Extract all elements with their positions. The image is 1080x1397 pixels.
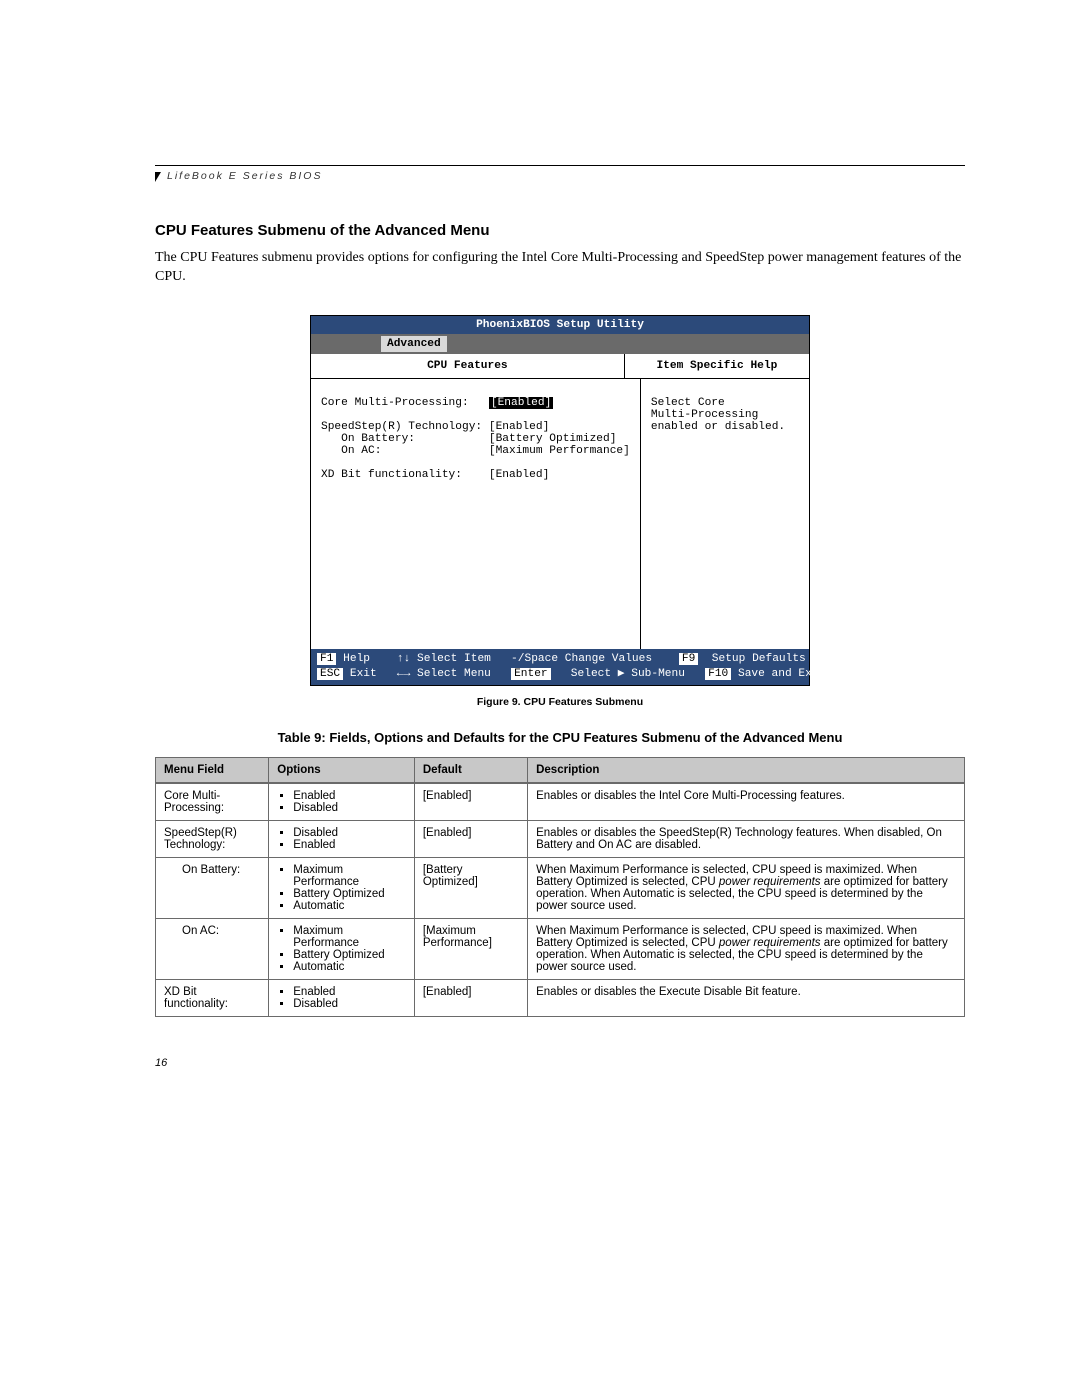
cell-menu-field: SpeedStep(R) Technology:: [156, 821, 269, 858]
header-product-line: LifeBook E Series BIOS: [167, 170, 322, 182]
cell-menu-field: XD Bit functionality:: [156, 980, 269, 1017]
cell-options: DisabledEnabled: [269, 821, 415, 858]
fields-table: Menu Field Options Default Description C…: [155, 757, 965, 1017]
table-row: On Battery:Maximum PerformanceBattery Op…: [156, 858, 965, 919]
option-item: Battery Optimized: [293, 888, 406, 900]
figure-caption: Figure 9. CPU Features Submenu: [155, 696, 965, 708]
bios-tabbar: Advanced: [311, 334, 809, 354]
cell-options: Maximum PerformanceBattery OptimizedAuto…: [269, 858, 415, 919]
cell-menu-field: On AC:: [156, 919, 269, 980]
cell-options: EnabledDisabled: [269, 783, 415, 821]
option-item: Enabled: [293, 790, 406, 802]
setting-on-ac[interactable]: On AC: [Maximum Performance]: [321, 445, 630, 457]
header-label-row: LifeBook E Series BIOS: [155, 170, 965, 182]
bios-subtitle-row: CPU Features Item Specific Help: [311, 354, 809, 379]
setting-on-battery[interactable]: On Battery: [Battery Optimized]: [321, 433, 616, 445]
cell-options: EnabledDisabled: [269, 980, 415, 1017]
setting-xd-bit[interactable]: XD Bit functionality: [Enabled]: [321, 469, 549, 481]
cell-options: Maximum PerformanceBattery OptimizedAuto…: [269, 919, 415, 980]
cell-description: When Maximum Performance is selected, CP…: [528, 858, 965, 919]
th-menu-field: Menu Field: [156, 758, 269, 784]
option-item: Automatic: [293, 961, 406, 973]
cell-default: [Maximum Performance]: [414, 919, 527, 980]
section-title: CPU Features Submenu of the Advanced Men…: [155, 222, 965, 239]
th-description: Description: [528, 758, 965, 784]
bios-footer: F1 Help ↑↓ Select Item -/Space Change Va…: [311, 649, 809, 685]
cell-description: When Maximum Performance is selected, CP…: [528, 919, 965, 980]
cell-default: [Enabled]: [414, 821, 527, 858]
th-default: Default: [414, 758, 527, 784]
option-item: Battery Optimized: [293, 949, 406, 961]
section-body: The CPU Features submenu provides option…: [155, 249, 965, 287]
bios-help-panel: Select Core Multi-Processing enabled or …: [641, 379, 809, 649]
option-item: Disabled: [293, 802, 406, 814]
header-wedge-icon: [155, 172, 161, 182]
th-options: Options: [269, 758, 415, 784]
table-row: Core Multi-Processing:EnabledDisabled[En…: [156, 783, 965, 821]
option-item: Disabled: [293, 827, 406, 839]
header-rule: [155, 165, 965, 166]
table-row: XD Bit functionality:EnabledDisabled[Ena…: [156, 980, 965, 1017]
cell-default: [Enabled]: [414, 980, 527, 1017]
setting-core-multi[interactable]: Core Multi-Processing: [Enabled]: [321, 397, 553, 409]
bios-titlebar: PhoenixBIOS Setup Utility: [311, 316, 809, 334]
bios-left-title: CPU Features: [311, 354, 625, 379]
bios-frame: PhoenixBIOS Setup Utility Advanced CPU F…: [310, 315, 810, 686]
option-item: Maximum Performance: [293, 925, 406, 949]
table-row: SpeedStep(R) Technology:DisabledEnabled[…: [156, 821, 965, 858]
option-item: Enabled: [293, 986, 406, 998]
bios-settings-panel: Core Multi-Processing: [Enabled] SpeedSt…: [311, 379, 641, 649]
cell-menu-field: On Battery:: [156, 858, 269, 919]
option-item: Disabled: [293, 998, 406, 1010]
option-item: Automatic: [293, 900, 406, 912]
cell-description: Enables or disables the SpeedStep(R) Tec…: [528, 821, 965, 858]
cell-default: [Enabled]: [414, 783, 527, 821]
table-header-row: Menu Field Options Default Description: [156, 758, 965, 784]
cell-description: Enables or disables the Intel Core Multi…: [528, 783, 965, 821]
setting-speedstep[interactable]: SpeedStep(R) Technology: [Enabled]: [321, 421, 549, 433]
page-number: 16: [155, 1057, 965, 1069]
bios-help-text: Select Core Multi-Processing enabled or …: [651, 397, 785, 433]
cell-default: [Battery Optimized]: [414, 858, 527, 919]
option-item: Enabled: [293, 839, 406, 851]
table-title: Table 9: Fields, Options and Defaults fo…: [155, 730, 965, 745]
bios-right-title: Item Specific Help: [625, 354, 809, 379]
bios-tab-advanced[interactable]: Advanced: [381, 336, 447, 352]
table-row: On AC:Maximum PerformanceBattery Optimiz…: [156, 919, 965, 980]
cell-description: Enables or disables the Execute Disable …: [528, 980, 965, 1017]
option-item: Maximum Performance: [293, 864, 406, 888]
cell-menu-field: Core Multi-Processing:: [156, 783, 269, 821]
